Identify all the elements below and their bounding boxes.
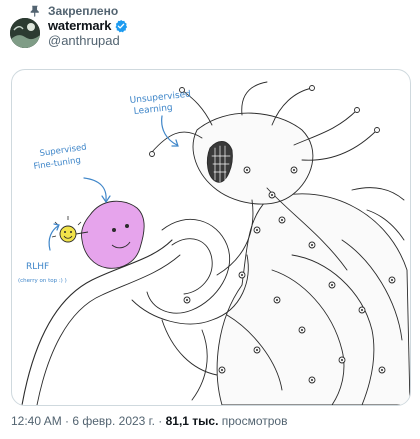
shoggoth-illustration: Unsupervised Learning Supervised Fine-tu… <box>18 81 410 405</box>
annotation-unsupervised-2: Learning <box>133 103 173 117</box>
pin-icon <box>30 5 39 17</box>
author-handle[interactable]: @anthrupad <box>48 33 128 48</box>
separator-dot: · <box>154 414 166 428</box>
view-count-label: просмотров <box>218 414 288 428</box>
tweet-author: watermark @anthrupad <box>10 18 128 48</box>
annotation-rlhf: RLHF <box>26 262 49 272</box>
tweet-metadata: 12:40 AM · 6 февр. 2023 г. · 81,1 тыс. п… <box>11 414 287 428</box>
pink-mask <box>81 200 145 269</box>
pinned-label: Закреплено <box>48 4 119 18</box>
avatar[interactable] <box>10 18 40 48</box>
tweet-date[interactable]: 6 февр. 2023 г. <box>72 414 155 428</box>
pinned-indicator: Закреплено <box>28 3 118 19</box>
view-count: 81,1 тыс. <box>165 414 219 428</box>
verified-badge-icon <box>115 19 128 32</box>
tweet-time[interactable]: 12:40 AM <box>11 414 62 428</box>
author-display-name[interactable]: watermark <box>48 18 111 33</box>
separator-dot: · <box>61 414 73 428</box>
annotation-rlhf-sub: (cherry on top :) ) <box>18 278 67 284</box>
tweet-image[interactable]: Unsupervised Learning Supervised Fine-tu… <box>11 69 411 406</box>
